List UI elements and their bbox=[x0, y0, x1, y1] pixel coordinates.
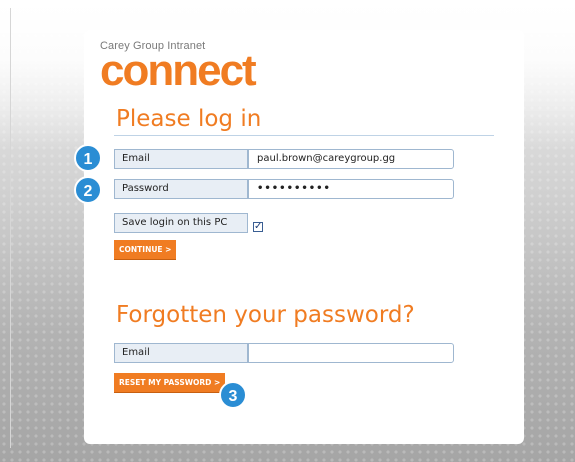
password-label: Password bbox=[114, 179, 248, 199]
continue-button[interactable]: CONTINUE > bbox=[114, 240, 177, 260]
heading-divider bbox=[114, 135, 494, 136]
frame-divider bbox=[10, 8, 11, 448]
reset-password-button[interactable]: RESET MY PASSWORD > bbox=[114, 373, 226, 393]
forgot-email-field[interactable] bbox=[248, 343, 454, 363]
email-label: Email bbox=[114, 149, 248, 169]
step-marker-2: 2 bbox=[74, 176, 102, 204]
login-heading: Please log in bbox=[116, 106, 262, 132]
forgot-password-heading: Forgotten your password? bbox=[116, 302, 415, 328]
logo-word: connect bbox=[100, 46, 257, 95]
save-login-checkbox[interactable]: ✓ bbox=[253, 222, 263, 232]
step-marker-1: 1 bbox=[74, 144, 102, 172]
logo: Carey Group Intranet connect bbox=[100, 40, 270, 95]
save-login-label: Save login on this PC bbox=[114, 213, 248, 233]
forgot-email-label: Email bbox=[114, 343, 248, 363]
step-marker-3: 3 bbox=[219, 381, 247, 409]
checkmark-icon: ✓ bbox=[254, 221, 263, 232]
password-field[interactable]: •••••••••• bbox=[248, 179, 454, 199]
email-field[interactable]: paul.brown@careygroup.gg bbox=[248, 149, 454, 169]
